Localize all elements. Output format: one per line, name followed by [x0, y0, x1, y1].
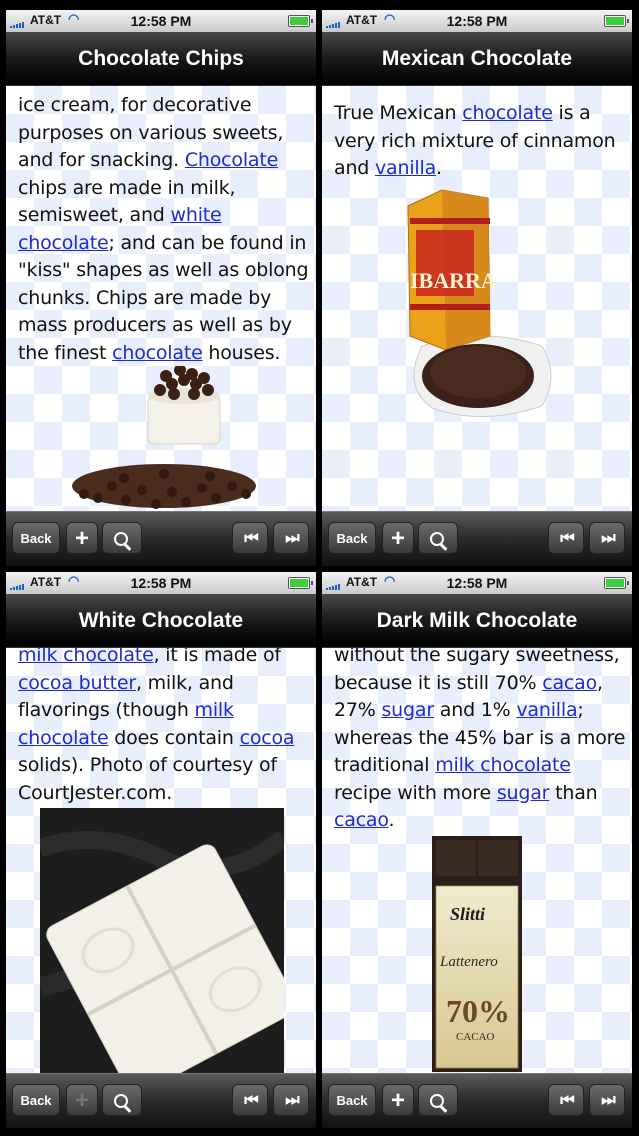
next-button[interactable]: ⏭: [273, 522, 309, 554]
page-title: Mexican Chocolate: [322, 32, 632, 86]
status-time: 12:58 PM: [446, 575, 508, 591]
next-button[interactable]: ⏭: [589, 522, 625, 554]
search-icon: [114, 1093, 130, 1111]
article-text: without the sugary sweetness, because it…: [334, 648, 626, 831]
link-milk-chocolate[interactable]: milk chocolate: [18, 648, 154, 666]
status-time: 12:58 PM: [446, 13, 508, 29]
link-chocolate[interactable]: chocolate: [462, 102, 553, 124]
page-title: White Chocolate: [6, 594, 316, 648]
link-cocoa-butter[interactable]: cocoa butter: [18, 672, 136, 694]
search-button[interactable]: [102, 522, 142, 554]
search-button[interactable]: [418, 522, 458, 554]
bar-name: Lattenero: [439, 954, 498, 970]
back-button[interactable]: Back: [12, 1084, 60, 1116]
screen-white-chocolate: AT&T ◠ 12:58 PM White Chocolate milk cho…: [6, 572, 316, 1128]
white-chocolate-photo: [40, 808, 284, 1074]
status-bar: AT&T ◠ 12:58 PM: [6, 572, 316, 594]
battery-icon: [288, 15, 313, 27]
link-cacao[interactable]: cacao: [542, 672, 597, 694]
screen-mexican-chocolate: AT&T ◠ 12:58 PM Mexican Chocolate True M…: [322, 10, 632, 566]
previous-button[interactable]: ⏮: [548, 1084, 584, 1116]
add-bookmark-button[interactable]: +: [66, 1084, 98, 1116]
status-bar: AT&T ◠ 12:58 PM: [322, 572, 632, 594]
search-button[interactable]: [102, 1084, 142, 1116]
link-sugar[interactable]: sugar: [381, 699, 434, 721]
search-icon: [430, 531, 446, 549]
link-vanilla[interactable]: vanilla: [375, 157, 436, 179]
status-bar: AT&T ◠ 12:58 PM: [6, 10, 316, 32]
chocolate-chips-photo: [72, 366, 256, 509]
previous-button[interactable]: ⏮: [548, 522, 584, 554]
back-button[interactable]: Back: [328, 522, 376, 554]
link-chocolate[interactable]: Chocolate: [185, 149, 278, 171]
battery-icon: [604, 15, 629, 27]
mexican-chocolate-photo: IBARRA: [407, 189, 552, 418]
link-milk-chocolate[interactable]: milk chocolate: [435, 754, 571, 776]
battery-icon: [288, 577, 313, 589]
bar-sub: CACAO: [456, 1031, 495, 1043]
search-button[interactable]: [418, 1084, 458, 1116]
article-content: milk chocolate, it is made of cocoa butt…: [6, 648, 316, 1074]
add-bookmark-button[interactable]: +: [66, 522, 98, 554]
bar-brand: Slitti: [450, 904, 485, 924]
article-content: ice cream, for decorative purposes on va…: [6, 86, 316, 512]
link-cacao-2[interactable]: cacao: [334, 809, 389, 831]
bottom-toolbar: Back + ⏮ ⏭: [322, 511, 632, 566]
page-title: Chocolate Chips: [6, 32, 316, 86]
status-time: 12:58 PM: [130, 13, 192, 29]
screen-dark-milk-chocolate: AT&T ◠ 12:58 PM Dark Milk Chocolate with…: [322, 572, 632, 1128]
status-time: 12:58 PM: [130, 575, 192, 591]
article-content: without the sugary sweetness, because it…: [322, 648, 632, 1074]
link-vanilla[interactable]: vanilla: [516, 699, 577, 721]
back-button[interactable]: Back: [328, 1084, 376, 1116]
article-text: True Mexican chocolate is a very rich mi…: [334, 102, 616, 179]
box-label: IBARRA: [410, 268, 497, 293]
next-button[interactable]: ⏭: [589, 1084, 625, 1116]
add-bookmark-button[interactable]: +: [382, 522, 414, 554]
search-icon: [430, 1093, 446, 1111]
status-bar: AT&T ◠ 12:58 PM: [322, 10, 632, 32]
bar-percent: 70%: [446, 993, 510, 1029]
article-text: milk chocolate, it is made of cocoa butt…: [18, 648, 310, 807]
page-title: Dark Milk Chocolate: [322, 594, 632, 648]
search-icon: [114, 531, 130, 549]
battery-icon: [604, 577, 629, 589]
add-bookmark-button[interactable]: +: [382, 1084, 414, 1116]
chocolate-bar-photo: Slitti Lattenero 70% CACAO: [432, 836, 522, 1072]
back-button[interactable]: Back: [12, 522, 60, 554]
bottom-toolbar: Back + ⏮ ⏭: [6, 511, 316, 566]
bottom-toolbar: Back + ⏮ ⏭: [6, 1073, 316, 1128]
link-chocolate-2[interactable]: chocolate: [112, 342, 203, 364]
article-content: True Mexican chocolate is a very rich mi…: [322, 86, 632, 512]
previous-button[interactable]: ⏮: [232, 522, 268, 554]
link-cocoa[interactable]: cocoa: [240, 727, 295, 749]
article-text: ice cream, for decorative purposes on va…: [18, 94, 309, 364]
next-button[interactable]: ⏭: [273, 1084, 309, 1116]
bottom-toolbar: Back + ⏮ ⏭: [322, 1073, 632, 1128]
previous-button[interactable]: ⏮: [232, 1084, 268, 1116]
link-sugar-2[interactable]: sugar: [497, 782, 550, 804]
screen-chocolate-chips: AT&T ◠ 12:58 PM Chocolate Chips ice crea…: [6, 10, 316, 566]
